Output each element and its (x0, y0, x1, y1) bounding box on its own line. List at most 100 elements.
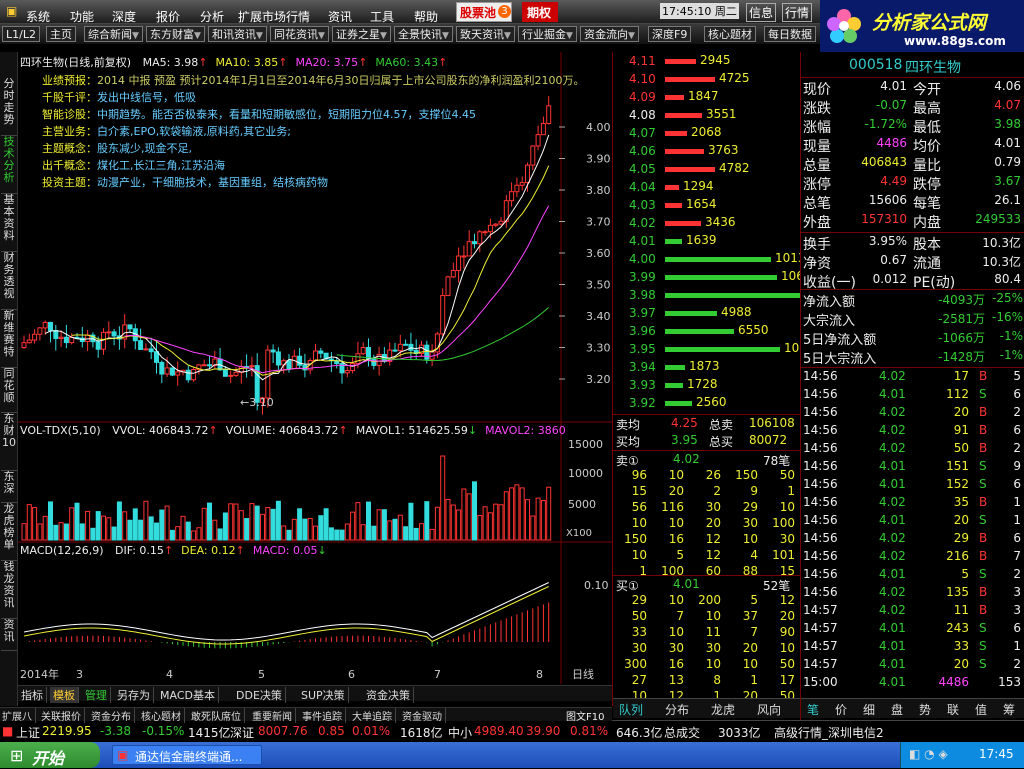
server-name[interactable]: 高级行情_深圳电信2 (774, 724, 884, 741)
toolbar-item-0[interactable]: 综合新闻▼ (84, 26, 143, 42)
ob-price[interactable]: 4.10 (629, 72, 656, 86)
menu-item-8[interactable]: 帮助 (414, 8, 438, 25)
toolbar-item-1[interactable]: 东方财富▼ (146, 26, 205, 42)
ob-price[interactable]: 3.95 (629, 342, 656, 356)
quote-tab-6[interactable]: 值 (975, 701, 987, 718)
candle-body (201, 364, 207, 367)
toolbar-item-6[interactable]: 致天资讯▼ (456, 26, 515, 42)
menu-item-0[interactable]: 系统 (26, 8, 50, 25)
depth-button[interactable]: 深度F9 (648, 26, 692, 42)
ob-price[interactable]: 4.05 (629, 162, 656, 176)
toolbar-item-4[interactable]: 证券之星▼ (332, 26, 391, 42)
bottom-tab-2[interactable]: 资金分布 (91, 708, 135, 723)
candle-body (466, 241, 472, 257)
indicator-tab-5[interactable]: DDE决策 (233, 687, 286, 703)
ob-price[interactable]: 4.09 (629, 90, 656, 104)
core-topic-button[interactable]: 核心题材 (704, 26, 756, 42)
toolbar-item-3[interactable]: 同花资讯▼ (270, 26, 329, 42)
quote-tab-0[interactable]: 笔 (807, 701, 819, 718)
vtab-8[interactable]: 龙虎榜单 (1, 503, 17, 561)
ob-price[interactable]: 3.98 (629, 288, 656, 302)
ob-price[interactable]: 3.92 (629, 396, 656, 410)
bottom-tab-5[interactable]: 重要新闻 (252, 708, 296, 723)
quote-tab-2[interactable]: 细 (863, 701, 875, 718)
vtab-3[interactable]: 财务透视 (1, 252, 17, 310)
ob-price[interactable]: 4.01 (629, 234, 656, 248)
task-item[interactable]: ▣ 通达信金融终端通... (112, 745, 262, 765)
stock-pool-tab[interactable]: 股票池 (460, 4, 496, 21)
menu-item-4[interactable]: 分析 (200, 8, 224, 25)
menu-item-3[interactable]: 报价 (156, 8, 180, 25)
toolbar-item-2[interactable]: 和讯资讯▼ (208, 26, 267, 42)
note-value: 动漫产业，干细胞技术，基因重组，结核病药物 (97, 176, 328, 189)
ob-price[interactable]: 4.02 (629, 216, 656, 230)
start-button[interactable]: ⊞ 开始 (0, 742, 100, 768)
indicator-tab-4[interactable]: MACD基本 (157, 687, 219, 703)
ob-price[interactable]: 4.06 (629, 144, 656, 158)
bottom-tab-7[interactable]: 大单追踪 (352, 708, 396, 723)
indicator-tab-6[interactable]: SUP决策 (298, 687, 349, 703)
menu-item-6[interactable]: 资讯 (328, 8, 352, 25)
bottom-tab-3[interactable]: 核心题材 (141, 708, 185, 723)
ob-price[interactable]: 3.99 (629, 270, 656, 284)
ob-tab-1[interactable]: 分布 (665, 701, 689, 718)
quote-tab-7[interactable]: 筹 (1003, 701, 1015, 718)
level-button[interactable]: L1/L2 (2, 26, 40, 42)
app-icon[interactable]: ▣ (6, 4, 17, 18)
indicator-tab-7[interactable]: 资金决策 (363, 687, 414, 703)
bottom-tab-0[interactable]: 扩展八 (2, 708, 36, 723)
vtab-10[interactable]: 资讯 (1, 619, 17, 651)
vtab-2[interactable]: 基本资料 (1, 194, 17, 252)
vtab-5[interactable]: 同花顺 (1, 368, 17, 413)
toolbar-item-7[interactable]: 行业掘金▼ (518, 26, 577, 42)
menu-item-5[interactable]: 扩展市场行情 (238, 8, 310, 25)
sh-value: 2219.95 (42, 724, 92, 738)
bottom-tab-1[interactable]: 关联报价 (41, 708, 85, 723)
ob-tab-2[interactable]: 龙虎 (711, 701, 735, 718)
bottom-tab-4[interactable]: 敢死队席位 (191, 708, 245, 723)
menu-item-2[interactable]: 深度 (112, 8, 136, 25)
quote-button[interactable]: 行情 (782, 3, 813, 22)
ob-price[interactable]: 4.08 (629, 108, 656, 122)
ob-tab-3[interactable]: 风向 (757, 701, 781, 718)
ob-price[interactable]: 4.11 (629, 54, 656, 68)
home-button[interactable]: 主页 (46, 26, 76, 42)
menu-item-1[interactable]: 功能 (70, 8, 94, 25)
indicator-tab-0[interactable]: 指标 (18, 687, 47, 703)
options-tab[interactable]: 期权 (527, 4, 551, 21)
ob-price[interactable]: 3.97 (629, 306, 656, 320)
volume-bar (461, 488, 467, 541)
volume-bar (334, 529, 340, 541)
quote-tab-5[interactable]: 联 (947, 701, 959, 718)
bottom-tab-6[interactable]: 事件追踪 (302, 708, 346, 723)
indicator-tab-1[interactable]: 模板 (50, 687, 79, 703)
daily-data-button[interactable]: 每日数据 (764, 26, 816, 42)
menu-item-7[interactable]: 工具 (370, 8, 394, 25)
vtab-6[interactable]: 东财10 (1, 413, 17, 471)
f10-button[interactable]: 图文F10 (566, 708, 604, 723)
ob-price[interactable]: 3.96 (629, 324, 656, 338)
vtab-0[interactable]: 分时走势 (1, 78, 17, 136)
ob-price[interactable]: 4.04 (629, 180, 656, 194)
ob-price[interactable]: 4.07 (629, 126, 656, 140)
info-button[interactable]: 信息 (746, 3, 777, 22)
quote-tab-3[interactable]: 盘 (891, 701, 903, 718)
vtab-7[interactable]: 东深 (1, 471, 17, 503)
toolbar-item-5[interactable]: 全景快讯▼ (394, 26, 453, 42)
vtab-9[interactable]: 钱龙资讯 (1, 561, 17, 619)
ob-price[interactable]: 3.94 (629, 360, 656, 374)
vtab-1[interactable]: 技术分析 (1, 136, 17, 194)
quote-tab-1[interactable]: 价 (835, 701, 847, 718)
tick-count: 2 (1013, 657, 1021, 671)
ob-price[interactable]: 3.93 (629, 378, 656, 392)
ob-price[interactable]: 4.03 (629, 198, 656, 212)
quote-tab-4[interactable]: 势 (919, 701, 931, 718)
indicator-tab-2[interactable]: 管理 (82, 687, 111, 703)
indicator-tab-3[interactable]: 另存为 (114, 687, 154, 703)
toolbar-item-8[interactable]: 资金流向▼ (580, 26, 639, 42)
vtab-4[interactable]: 新维赛特 (1, 310, 17, 368)
bottom-tab-8[interactable]: 资金驱动 (402, 708, 446, 723)
ob-price[interactable]: 4.00 (629, 252, 656, 266)
ob-volume-bar (665, 77, 715, 82)
ob-tab-0[interactable]: 队列 (619, 701, 643, 718)
